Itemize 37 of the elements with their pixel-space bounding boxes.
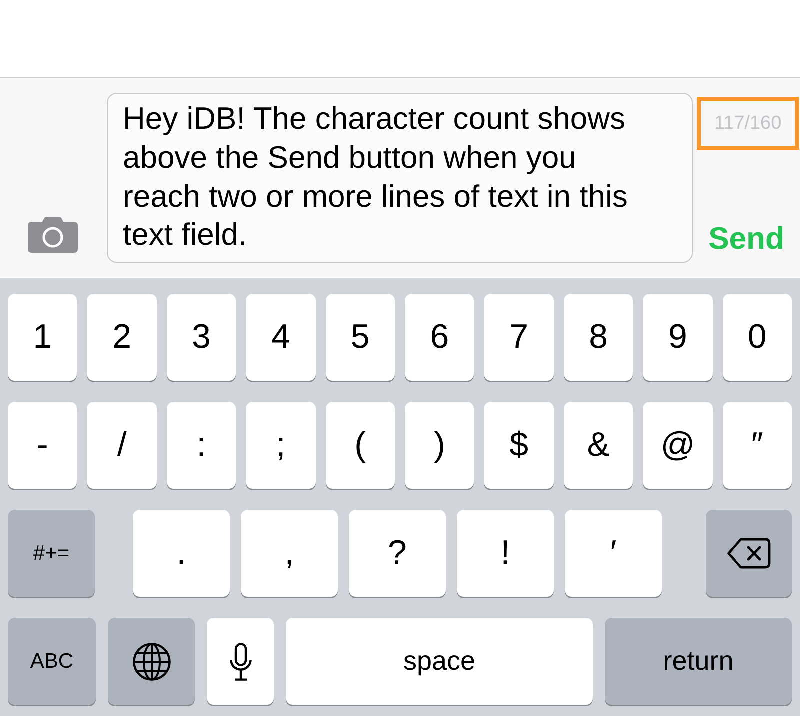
- character-key[interactable]: !: [457, 510, 554, 597]
- character-key[interactable]: 6: [405, 294, 474, 381]
- delete-icon: [727, 538, 771, 569]
- globe-key[interactable]: [108, 618, 195, 705]
- character-key[interactable]: 3: [166, 294, 236, 381]
- character-key[interactable]: :: [166, 402, 236, 489]
- message-field[interactable]: Hey iDB! The character count shows above the Send button when you reach two or more lines of text in this text field.: [107, 93, 693, 263]
- microphone-key[interactable]: [207, 618, 274, 705]
- character-key[interactable]: (: [326, 402, 396, 489]
- globe-icon: [132, 642, 170, 680]
- character-key[interactable]: 0: [722, 294, 792, 381]
- character-key[interactable]: 2: [87, 294, 157, 381]
- character-key[interactable]: 5: [326, 294, 396, 381]
- character-key[interactable]: 1: [8, 294, 78, 381]
- character-key[interactable]: ,: [241, 510, 338, 597]
- character-key[interactable]: $: [484, 402, 554, 489]
- delete-key[interactable]: [706, 510, 792, 597]
- character-key[interactable]: 4: [246, 294, 316, 381]
- character-key[interactable]: 8: [564, 294, 634, 381]
- return-key[interactable]: return: [605, 618, 792, 705]
- character-key[interactable]: .: [133, 510, 230, 597]
- character-key[interactable]: /: [87, 402, 157, 489]
- space-key[interactable]: space: [286, 618, 593, 705]
- microphone-icon: [230, 642, 252, 680]
- character-key[interactable]: ″: [722, 402, 792, 489]
- character-key[interactable]: 9: [643, 294, 713, 381]
- character-key[interactable]: -: [8, 402, 78, 489]
- character-key[interactable]: 7: [484, 294, 554, 381]
- character-key[interactable]: @: [643, 402, 713, 489]
- camera-icon[interactable]: [28, 217, 78, 253]
- character-key[interactable]: ;: [246, 402, 316, 489]
- mode-switch-key[interactable]: #+=: [8, 510, 95, 597]
- character-key[interactable]: ′: [565, 510, 662, 597]
- mode-switch-key[interactable]: ABC: [8, 618, 96, 705]
- character-key[interactable]: ?: [349, 510, 446, 597]
- character-key[interactable]: &: [564, 402, 634, 489]
- character-key[interactable]: ): [405, 402, 474, 489]
